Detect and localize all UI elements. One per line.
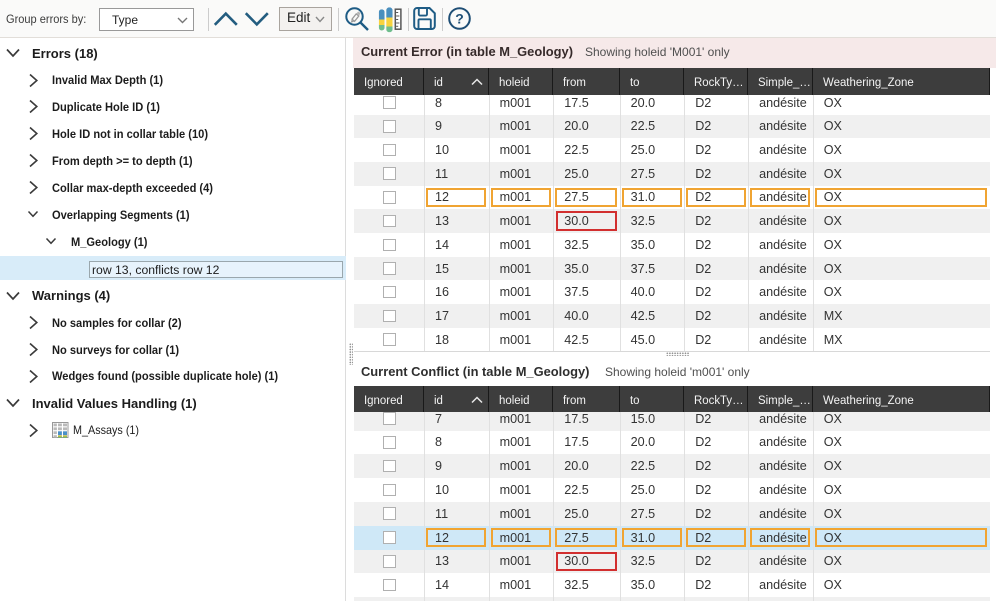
- svg-text:?: ?: [455, 10, 464, 26]
